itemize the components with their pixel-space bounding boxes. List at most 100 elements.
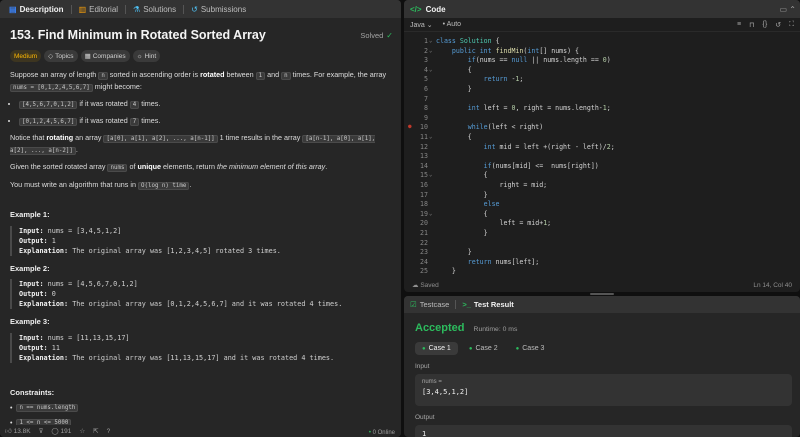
fold-chevron-icon[interactable]: ⌄ [429, 46, 432, 56]
pass-dot-icon: ● [468, 345, 473, 352]
tab-divider [125, 4, 127, 14]
fold-chevron-icon[interactable]: ⌄ [429, 65, 432, 75]
code-text: right = mid; [436, 181, 548, 189]
expand-icon[interactable]: ⛶ [789, 21, 794, 29]
code-text: } [436, 190, 488, 199]
format-icon[interactable]: ≡ [737, 21, 741, 29]
help-button[interactable]: ? [107, 428, 111, 435]
companies-chip[interactable]: ▦ Companies [80, 50, 130, 62]
code-line[interactable]: 24 return nums[left]; [404, 257, 800, 267]
code-line[interactable]: 14 if(nums[mid] <= nums[right]) [404, 161, 800, 171]
line-number: 3 [424, 56, 428, 65]
tab-description[interactable]: ▤ Description [4, 0, 69, 18]
code-line[interactable]: 9 [404, 113, 800, 123]
text: sorted in ascending order is [107, 70, 201, 79]
label: Input: [19, 334, 44, 342]
tab-divider [455, 300, 457, 309]
code-line[interactable]: 25 } [404, 266, 800, 276]
history-icon: ↺ [191, 4, 198, 14]
fold-chevron-icon[interactable]: ⌄ [429, 132, 432, 142]
comments-button[interactable]: ◯ 191 [51, 427, 71, 435]
label: Output: [19, 344, 48, 352]
desc-paragraph-3: Given the sorted rotated array nums of u… [10, 162, 395, 174]
code-line[interactable]: 3 if(nums == null || nums.length == 0) [404, 55, 800, 65]
code-line[interactable]: 23 } [404, 247, 800, 257]
hint-chip[interactable]: ☼ Hint [132, 50, 161, 62]
line-number: 22 [420, 238, 428, 247]
code-line[interactable]: 18 else [404, 199, 800, 209]
tab-test-result[interactable]: >_ Test Result [462, 300, 513, 309]
tab-submissions[interactable]: ↺ Submissions [186, 0, 251, 18]
code-line[interactable]: 12 int mid = left +(right - left)/2; [404, 142, 800, 152]
dislike-button[interactable]: ⊽ [39, 427, 44, 435]
text: elements, return [161, 162, 217, 171]
auto-mode-toggle[interactable]: • Auto [443, 21, 461, 29]
bookmark-icon[interactable]: ⊓ [749, 21, 754, 29]
code-line[interactable]: 11 ⌄ { [404, 132, 800, 142]
value: The original array was [11,13,15,17] and… [72, 354, 335, 362]
code-text: } [436, 267, 456, 276]
case-2-tab[interactable]: ● Case 2 [462, 342, 505, 355]
code-line[interactable]: 8 int left = 0, right = nums.length-1; [404, 103, 800, 113]
code-line[interactable]: 21 } [404, 228, 800, 238]
code-editor[interactable]: 1 ⌄ class Solution {2 ⌄ public int findMin(… [404, 36, 800, 276]
line-number: 20 [420, 219, 428, 228]
inline-code: O(log n) time [137, 181, 190, 190]
share-button[interactable]: ⇱ [93, 427, 98, 435]
line-number: 1 [424, 37, 428, 45]
fold-chevron-icon[interactable]: ⌄ [429, 36, 432, 46]
comment-icon: ◯ [51, 428, 59, 435]
inline-code: n [98, 72, 108, 80]
code-line[interactable]: 17 } [404, 190, 800, 200]
horizontal-resize-handle[interactable] [590, 293, 614, 295]
online-counter: • 0 Online [369, 430, 395, 436]
reset-icon[interactable]: ↺ [775, 21, 781, 29]
mode-label: Auto [446, 20, 462, 28]
braces-icon[interactable]: {} [763, 21, 768, 29]
code-line[interactable]: 5 return -1; [404, 74, 800, 84]
output-label: Output [415, 414, 435, 421]
case-1-tab[interactable]: ● Case 1 [415, 342, 458, 355]
code-line[interactable]: 1 ⌄ class Solution { [404, 36, 800, 46]
tab-label: Editorial [89, 4, 119, 14]
text: Given the sorted rotated array [10, 162, 108, 171]
code-line[interactable]: 22 [404, 238, 800, 248]
code-line[interactable]: 20 left = mid+1; [404, 218, 800, 228]
fold-chevron-icon[interactable]: ⌄ [429, 170, 432, 180]
maximize-icon[interactable]: ▭ [780, 5, 788, 14]
text: might become: [92, 81, 142, 91]
example-1-title: Example 1: [10, 210, 50, 219]
example-input: Input: nums = [11,13,15,17] [19, 333, 395, 343]
text: . [189, 179, 192, 189]
star-icon: ☆ [79, 428, 86, 435]
code-line[interactable]: 7 [404, 94, 800, 104]
bold-text: rotating [46, 133, 74, 142]
fold-chevron-icon[interactable]: ⌄ [429, 209, 432, 219]
label: Explanation: [19, 247, 69, 255]
language-select[interactable]: Java ⌄ [410, 21, 433, 29]
tab-editorial[interactable]: ▥ Editorial [74, 0, 123, 18]
inline-code: 1 [255, 72, 266, 80]
code-line[interactable]: 2 ⌄ public int findMin(int[] nums) { [404, 46, 800, 56]
topics-chip[interactable]: ◇ Topics [44, 50, 78, 62]
like-button[interactable]: 👍︎ 13.8K [5, 427, 31, 435]
code-line[interactable]: 4 ⌄ { [404, 65, 800, 75]
tab-solutions[interactable]: ⚗ Solutions [128, 0, 181, 18]
code-line[interactable]: 10 ● while(left < right) [404, 122, 800, 132]
case-3-tab[interactable]: ● Case 3 [509, 342, 552, 355]
code-line[interactable]: 19 ⌄ { [404, 209, 800, 219]
code-line[interactable]: 16 right = mid; [404, 180, 800, 190]
code-line[interactable]: 13 [404, 151, 800, 161]
code-brackets-icon: </> [410, 4, 422, 14]
code-line[interactable]: 15 ⌄ { [404, 170, 800, 180]
label: Output: [19, 290, 48, 298]
code-line[interactable]: 6 } [404, 84, 800, 94]
breakpoint-icon[interactable]: ● [408, 122, 412, 132]
value: nums = [4,5,6,7,0,1,2] [47, 280, 138, 288]
favorite-button[interactable]: ☆ [79, 427, 85, 435]
tab-testcase[interactable]: ☑ Testcase [410, 300, 449, 309]
lock-icon: • [442, 20, 446, 28]
value: The original array was [0,1,2,4,5,6,7] a… [72, 300, 343, 308]
collapse-icon[interactable]: ⌃ [789, 5, 796, 14]
tab-divider [183, 4, 185, 14]
